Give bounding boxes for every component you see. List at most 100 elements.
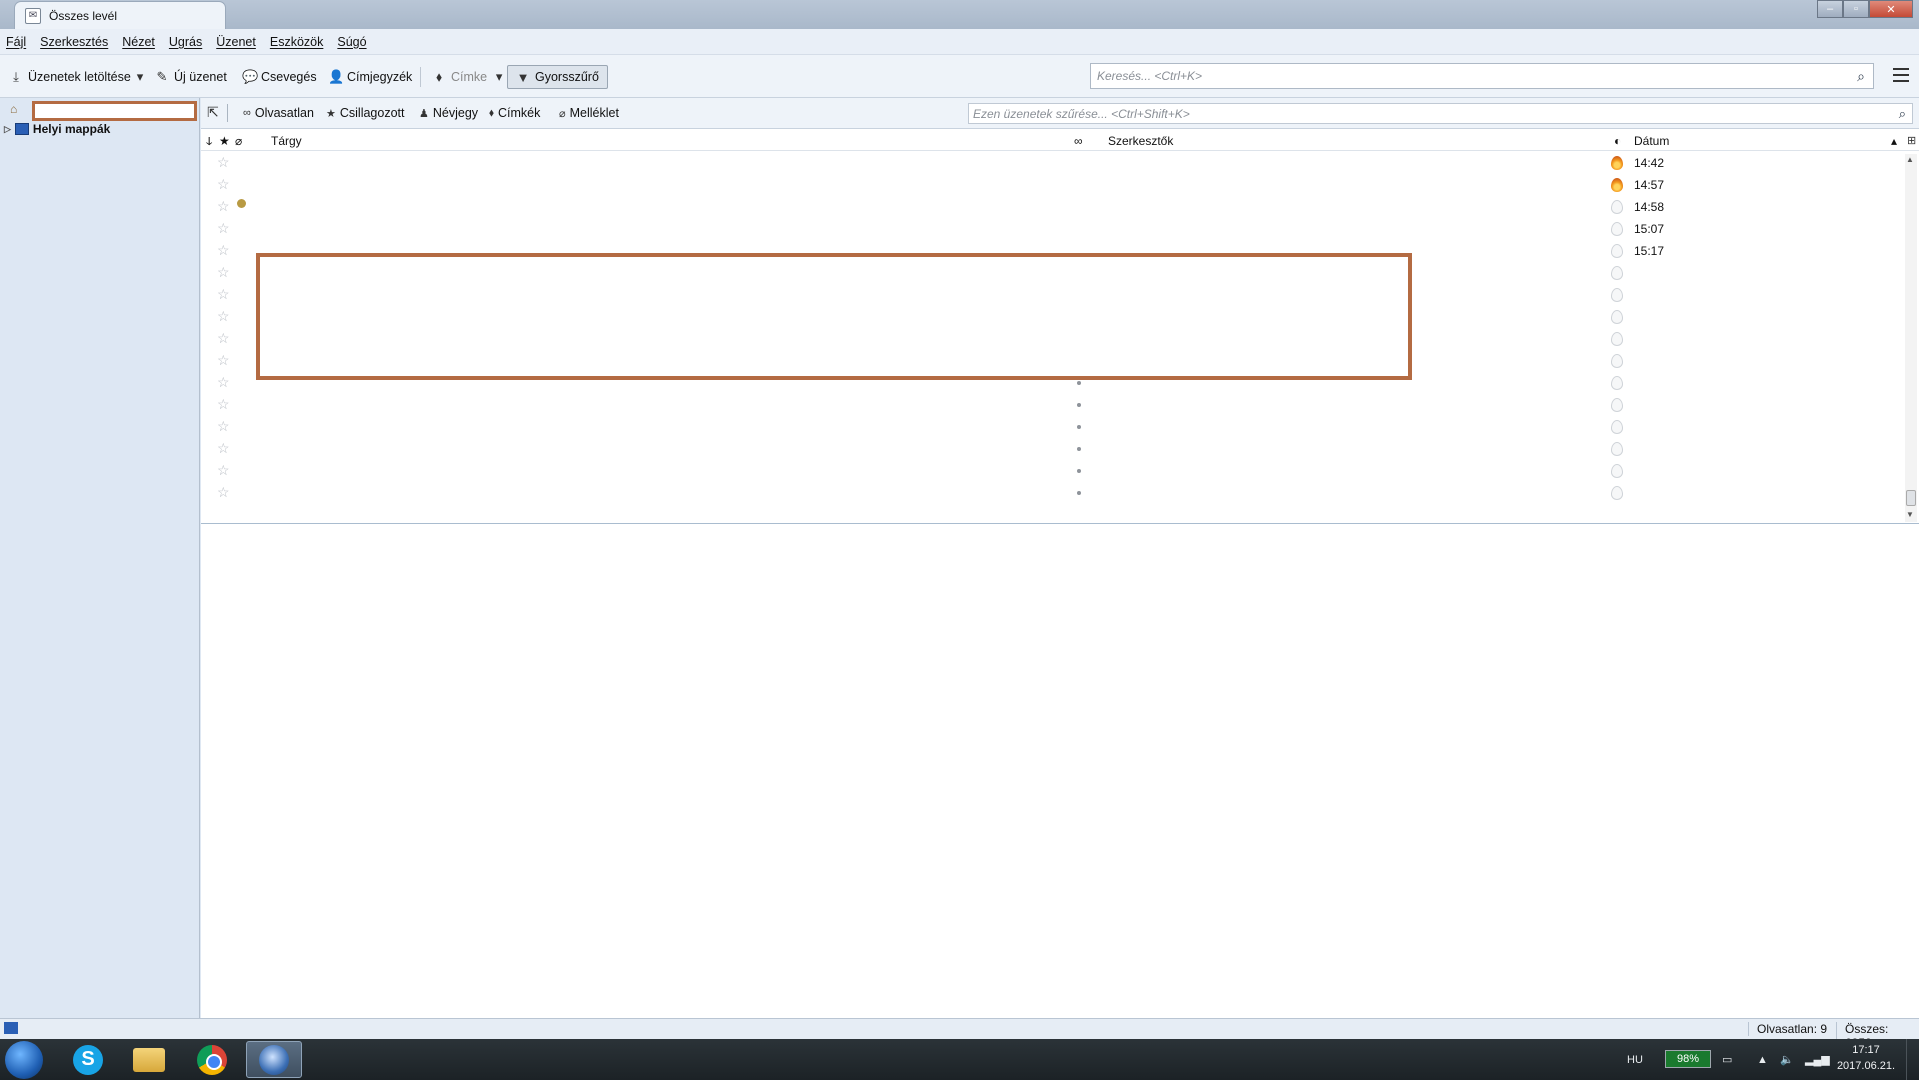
menu-message[interactable]: Üzenet: [216, 35, 256, 49]
show-hidden-icons-icon[interactable]: ▲: [1757, 1039, 1768, 1080]
junk-status-icon[interactable]: [1611, 464, 1623, 478]
pin-icon[interactable]: ⇱: [207, 104, 219, 121]
app-menu-button[interactable]: [1893, 68, 1909, 86]
junk-status-icon[interactable]: [1611, 266, 1623, 280]
menu-go[interactable]: Ugrás: [169, 35, 202, 49]
read-status-dot[interactable]: [1077, 447, 1081, 451]
message-row[interactable]: ☆ 14:58: [201, 196, 1911, 218]
junk-status-icon[interactable]: [1611, 354, 1623, 368]
menu-edit[interactable]: Szerkesztés: [40, 35, 108, 49]
message-row[interactable]: ☆: [201, 460, 1911, 482]
star-toggle-icon[interactable]: ☆: [217, 220, 230, 237]
star-toggle-icon[interactable]: ☆: [217, 308, 230, 325]
message-row[interactable]: ☆: [201, 416, 1911, 438]
scroll-down-arrow-icon[interactable]: ▼: [1906, 510, 1914, 519]
qf-attachment-button[interactable]: ⌀ Melléklet: [559, 106, 619, 120]
tab-all-mail[interactable]: ✉ Összes levél: [14, 1, 226, 29]
folder-mode-icon[interactable]: ⌂: [10, 102, 28, 118]
chat-button[interactable]: 💬 Csevegés: [242, 65, 317, 89]
star-toggle-icon[interactable]: ☆: [217, 198, 230, 215]
search-icon[interactable]: ⌕: [1899, 106, 1906, 122]
search-icon[interactable]: ⌕: [1857, 68, 1865, 85]
message-row[interactable]: ☆ 14:57: [201, 174, 1911, 196]
volume-icon[interactable]: 🔈: [1780, 1039, 1794, 1080]
junk-status-icon[interactable]: [1611, 310, 1623, 324]
language-indicator[interactable]: HU: [1627, 1039, 1643, 1080]
star-toggle-icon[interactable]: ☆: [217, 396, 230, 413]
junk-status-icon[interactable]: [1611, 398, 1623, 412]
column-picker-icon[interactable]: ⊞: [1907, 134, 1916, 147]
star-toggle-icon[interactable]: ☆: [217, 462, 230, 479]
correspondents-column-header[interactable]: Szerkesztők: [1108, 134, 1173, 148]
star-toggle-icon[interactable]: ☆: [217, 330, 230, 347]
junk-status-icon[interactable]: [1611, 200, 1623, 214]
new-message-button[interactable]: ✎ Új üzenet: [155, 65, 227, 89]
menu-help[interactable]: Súgó: [337, 35, 366, 49]
preview-splitter[interactable]: [201, 523, 1919, 524]
message-row[interactable]: ☆: [201, 394, 1911, 416]
read-status-dot[interactable]: [1077, 403, 1081, 407]
address-book-button[interactable]: 👤 Címjegyzék: [328, 65, 412, 89]
message-list-scrollbar[interactable]: ▲ ▼: [1905, 154, 1917, 522]
qf-unread-button[interactable]: ∞ Olvasatlan: [243, 106, 314, 120]
menu-view[interactable]: Nézet: [122, 35, 155, 49]
global-search-input[interactable]: Keresés... <Ctrl+K> ⌕: [1090, 63, 1874, 89]
junk-status-icon[interactable]: [1611, 420, 1623, 434]
star-toggle-icon[interactable]: ☆: [217, 176, 230, 193]
star-column-icon[interactable]: ★: [219, 134, 230, 148]
close-button[interactable]: ✕: [1869, 0, 1913, 18]
qf-tags-button[interactable]: ⬧ Címkék: [489, 106, 540, 120]
junk-status-icon[interactable]: [1611, 332, 1623, 346]
taskbar-skype[interactable]: S: [60, 1041, 116, 1078]
maximize-button[interactable]: ▫: [1843, 0, 1869, 18]
online-status-icon[interactable]: [4, 1022, 18, 1034]
junk-status-icon[interactable]: [1611, 486, 1623, 500]
subject-column-header[interactable]: Tárgy: [271, 134, 302, 148]
star-toggle-icon[interactable]: ☆: [217, 242, 230, 259]
qf-contact-button[interactable]: ♟ Névjegy: [419, 106, 478, 120]
battery-indicator[interactable]: 98%: [1665, 1050, 1711, 1068]
folder-local-folders[interactable]: ▷ Helyi mappák: [4, 122, 110, 136]
date-column-header[interactable]: Dátum: [1634, 134, 1669, 148]
tray-app-icon[interactable]: ▭: [1722, 1039, 1732, 1080]
quick-filter-button[interactable]: ▼ Gyorsszűrő: [507, 65, 608, 89]
message-filter-input[interactable]: Ezen üzenetek szűrése... <Ctrl+Shift+K> …: [968, 103, 1913, 124]
taskbar-chrome[interactable]: [184, 1041, 240, 1078]
start-button[interactable]: [5, 1041, 43, 1079]
folder-name-field[interactable]: [32, 101, 197, 121]
read-status-dot[interactable]: [1077, 491, 1081, 495]
star-toggle-icon[interactable]: ☆: [217, 374, 230, 391]
get-messages-button[interactable]: ⤓ Üzenetek letöltése: [9, 65, 131, 89]
star-toggle-icon[interactable]: ☆: [217, 264, 230, 281]
menu-tools[interactable]: Eszközök: [270, 35, 324, 49]
read-column-icon[interactable]: ∞: [1074, 134, 1083, 148]
junk-status-icon[interactable]: [1611, 288, 1623, 302]
star-toggle-icon[interactable]: ☆: [217, 418, 230, 435]
taskbar-thunderbird[interactable]: [246, 1041, 302, 1078]
system-clock[interactable]: 17:17 2017.06.21.: [1832, 1042, 1900, 1074]
read-status-dot[interactable]: [1077, 381, 1081, 385]
scroll-up-arrow-icon[interactable]: ▲: [1906, 155, 1914, 164]
thread-column-icon[interactable]: ↆ: [206, 134, 212, 149]
message-row[interactable]: ☆ 14:42: [201, 152, 1911, 174]
qf-starred-button[interactable]: ★ Csillagozott: [326, 106, 405, 120]
star-toggle-icon[interactable]: ☆: [217, 484, 230, 501]
message-row[interactable]: ☆: [201, 482, 1911, 504]
star-toggle-icon[interactable]: ☆: [217, 352, 230, 369]
junk-column-icon[interactable]: ◐: [1614, 134, 1621, 148]
read-status-dot[interactable]: [1077, 425, 1081, 429]
tag-button[interactable]: ⬧ Címke ▾: [432, 65, 506, 89]
junk-status-icon[interactable]: [1611, 244, 1623, 258]
minimize-button[interactable]: –: [1817, 0, 1843, 18]
junk-status-icon[interactable]: [1611, 222, 1623, 236]
junk-flame-icon[interactable]: [1611, 178, 1623, 192]
network-signal-icon[interactable]: ▂▄▆: [1805, 1039, 1830, 1080]
message-row[interactable]: ☆ 15:07: [201, 218, 1911, 240]
show-desktop-button[interactable]: [1906, 1039, 1919, 1080]
junk-status-icon[interactable]: [1611, 376, 1623, 390]
star-toggle-icon[interactable]: ☆: [217, 154, 230, 171]
star-toggle-icon[interactable]: ☆: [217, 440, 230, 457]
expand-triangle-icon[interactable]: ▷: [4, 124, 11, 135]
taskbar-explorer[interactable]: [121, 1041, 177, 1078]
star-toggle-icon[interactable]: ☆: [217, 286, 230, 303]
